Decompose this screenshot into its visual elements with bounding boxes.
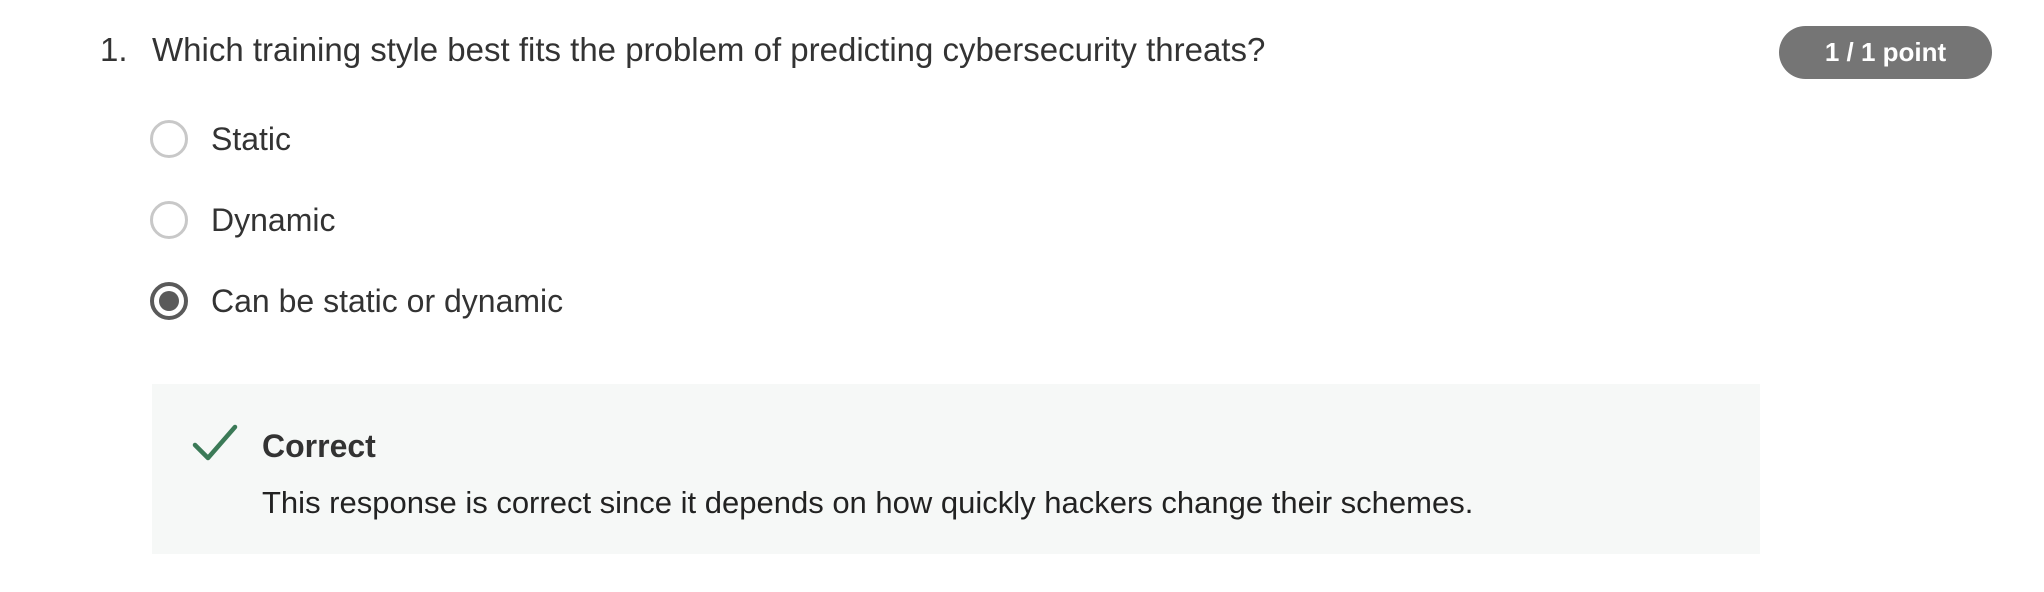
option-static-or-dynamic[interactable]: Can be static or dynamic — [150, 279, 563, 323]
option-label: Can be static or dynamic — [211, 283, 564, 319]
option-dynamic[interactable]: Dynamic — [150, 198, 335, 242]
radio-button[interactable] — [150, 120, 188, 158]
points-badge: 1 / 1 point — [1779, 26, 1992, 79]
option-label: Static — [211, 121, 292, 157]
question-number: 1. — [100, 31, 128, 68]
radio-button[interactable] — [150, 201, 188, 239]
feedback-panel: Correct This response is correct since i… — [152, 384, 1760, 554]
option-label: Dynamic — [211, 202, 336, 238]
option-static[interactable]: Static — [150, 117, 291, 161]
radio-button-selected[interactable] — [150, 282, 188, 320]
question-text: Which training style best fits the probl… — [152, 31, 1266, 68]
feedback-message: This response is correct since it depend… — [262, 485, 1474, 520]
checkmark-icon — [192, 424, 238, 461]
feedback-title: Correct — [262, 428, 376, 464]
